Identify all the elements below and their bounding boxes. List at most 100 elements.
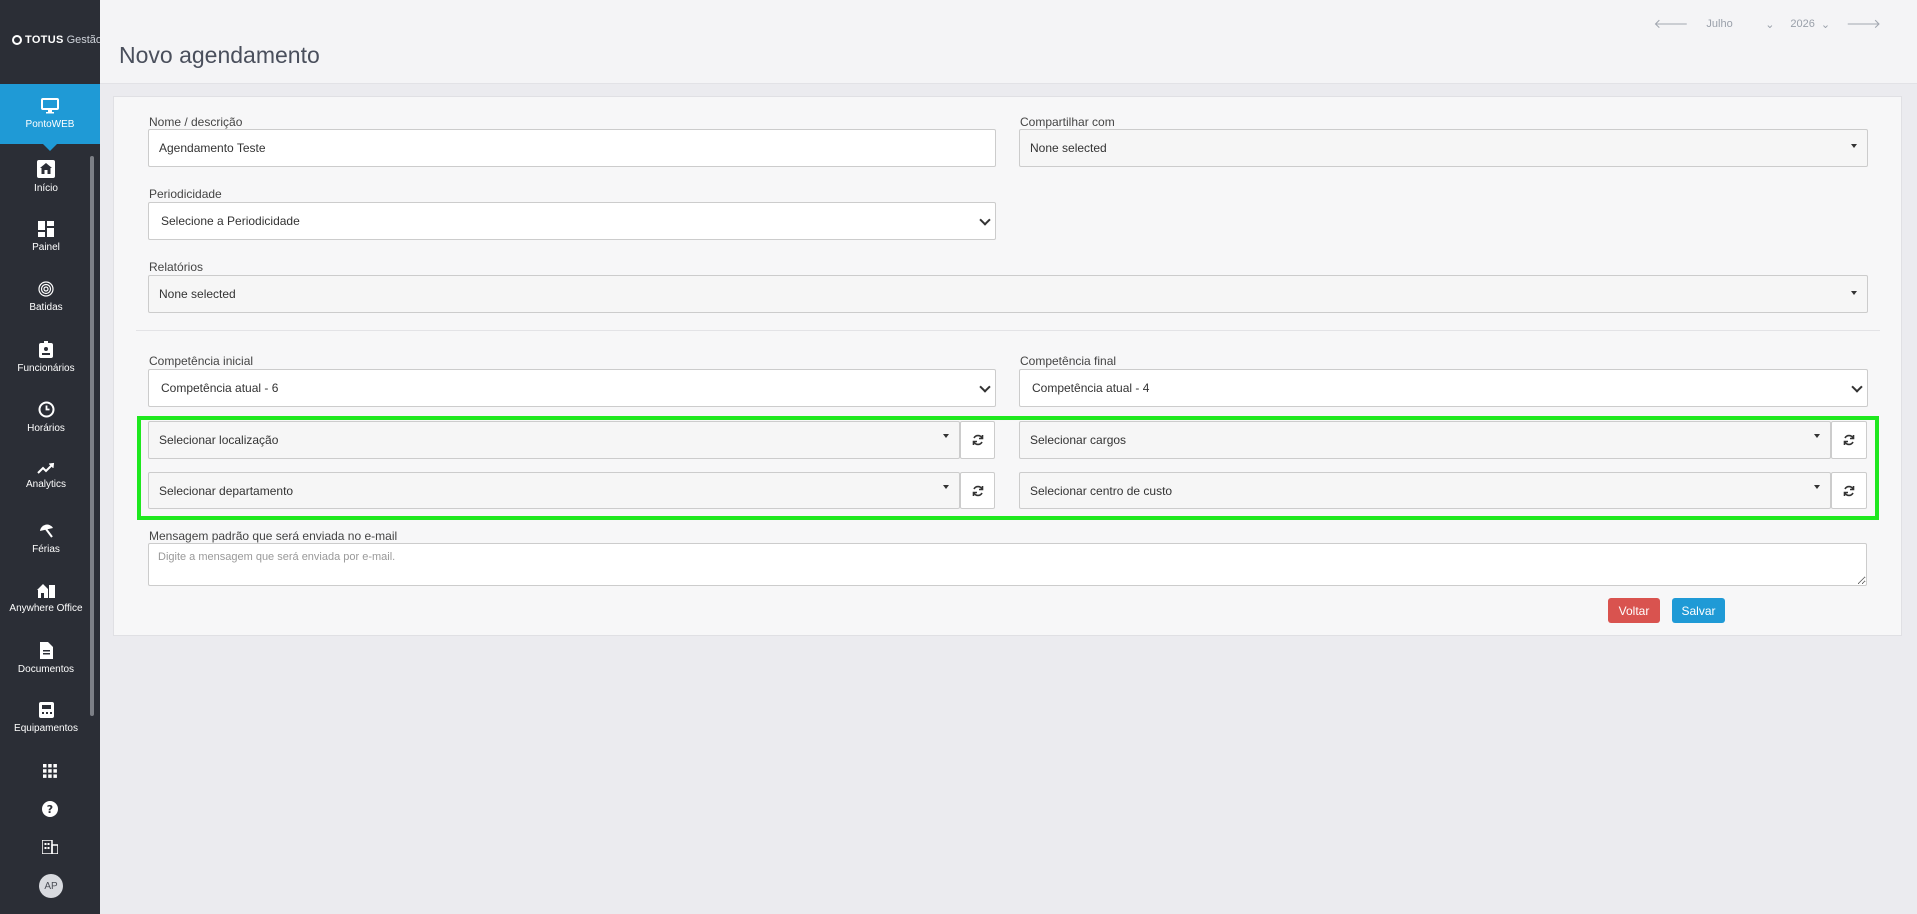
refresh-icon xyxy=(972,434,983,446)
sidebar-item-anywhere-office[interactable]: Anywhere Office xyxy=(0,582,92,614)
totvs-logo-icon xyxy=(12,35,22,45)
caret-down-icon xyxy=(1851,144,1857,148)
sidebar-item-label: Anywhere Office xyxy=(9,603,83,614)
refresh-icon xyxy=(972,485,983,496)
periodicidade-label: Periodicidade xyxy=(149,187,222,201)
departamento-select[interactable]: Selecionar departamento xyxy=(148,472,960,509)
sidebar-item-painel[interactable]: Painel xyxy=(0,221,92,253)
sidebar-item-label: PontoWEB xyxy=(25,119,75,130)
chevron-down-icon xyxy=(1851,381,1863,393)
sidebar-item-label: Documentos xyxy=(17,664,75,675)
sidebar-item-label: Analytics xyxy=(25,479,66,490)
localizacao-select[interactable]: Selecionar localização xyxy=(148,421,960,459)
svg-text:?: ? xyxy=(47,803,53,816)
cargos-select[interactable]: Selecionar cargos xyxy=(1019,421,1831,459)
competencia-final-select[interactable]: Competência atual - 4 xyxy=(1019,369,1868,407)
sidebar-item-horarios[interactable]: Horários xyxy=(0,401,92,434)
sidebar-item-label: Painel xyxy=(32,242,60,253)
avatar[interactable]: AP xyxy=(39,874,63,898)
apps-grid-icon[interactable] xyxy=(40,761,60,781)
house-building-icon xyxy=(37,584,55,598)
month-select[interactable]: Julho ⌄ xyxy=(1706,18,1774,31)
trend-icon xyxy=(37,462,55,474)
salvar-button[interactable]: Salvar xyxy=(1672,598,1725,623)
month-value: Julho xyxy=(1706,18,1733,30)
caret-down-icon xyxy=(943,434,949,438)
nome-input[interactable]: Agendamento Teste xyxy=(148,129,996,167)
voltar-button[interactable]: Voltar xyxy=(1608,598,1660,623)
sidebar-item-label: Férias xyxy=(32,544,60,555)
help-icon[interactable]: ? xyxy=(40,799,60,819)
sidebar-scrollbar[interactable] xyxy=(90,156,94,716)
chevron-down-icon xyxy=(979,381,991,393)
badge-icon xyxy=(39,341,53,358)
sidebar-item-batidas[interactable]: Batidas xyxy=(0,281,92,313)
cargos-refresh-button[interactable] xyxy=(1831,421,1867,459)
chevron-down-icon: ⌄ xyxy=(1765,18,1775,31)
cargos-placeholder: Selecionar cargos xyxy=(1030,433,1127,447)
home-icon xyxy=(37,160,55,178)
sidebar-item-funcionarios[interactable]: Funcionários xyxy=(0,341,92,374)
sidebar-item-label: Início xyxy=(34,183,58,194)
competencia-inicial-label: Competência inicial xyxy=(149,354,254,368)
dashboard-icon xyxy=(38,221,54,237)
compartilhar-value: None selected xyxy=(1030,141,1107,155)
periodicidade-select[interactable]: Selecione a Periodicidade xyxy=(148,202,996,240)
compartilhar-label: Compartilhar com xyxy=(1020,115,1115,129)
year-value: 2026 xyxy=(1790,18,1815,30)
umbrella-icon xyxy=(39,524,53,538)
sidebar-item-documentos[interactable]: Documentos xyxy=(0,642,92,675)
sidebar-item-label: Horários xyxy=(27,423,65,434)
caret-down-icon xyxy=(1814,485,1820,489)
chevron-down-icon: ⌄ xyxy=(1820,18,1831,31)
device-icon xyxy=(38,702,54,718)
page-header: Novo agendamento 🡐 Julho ⌄ 2026 ⌄ 🡒 xyxy=(100,0,1917,84)
sidebar-item-pontoweb[interactable]: PontoWEB xyxy=(0,84,100,151)
departamento-refresh-button[interactable] xyxy=(960,472,995,509)
clock-icon xyxy=(38,401,54,418)
chevron-down-icon xyxy=(979,214,991,226)
fingerprint-icon xyxy=(38,281,54,297)
mensagem-label: Mensagem padrão que será enviada no e-ma… xyxy=(149,529,398,543)
competencia-final-value: Competência atual - 4 xyxy=(1032,381,1150,395)
section-divider xyxy=(136,330,1880,331)
compartilhar-select[interactable]: None selected xyxy=(1019,129,1868,167)
date-navigator: 🡐 Julho ⌄ 2026 ⌄ 🡒 xyxy=(1654,16,1881,32)
caret-down-icon xyxy=(1851,291,1857,295)
building-icon[interactable] xyxy=(40,837,60,857)
next-arrow-icon[interactable]: 🡒 xyxy=(1846,16,1881,32)
sidebar-item-inicio[interactable]: Início xyxy=(0,160,92,194)
brand-logo[interactable]: TOTUS Gestão xyxy=(12,34,102,46)
sidebar-item-ferias[interactable]: Férias xyxy=(0,522,92,555)
centro-custo-placeholder: Selecionar centro de custo xyxy=(1030,483,1173,498)
competencia-final-label: Competência final xyxy=(1020,354,1117,368)
localizacao-placeholder: Selecionar localização xyxy=(159,433,279,447)
sidebar-item-equipamentos[interactable]: Equipamentos xyxy=(0,702,92,734)
page-title: Novo agendamento xyxy=(119,42,320,68)
departamento-placeholder: Selecionar departamento xyxy=(159,483,294,498)
relatorios-label: Relatórios xyxy=(149,260,204,274)
nome-value: Agendamento Teste xyxy=(159,141,266,155)
mensagem-textarea[interactable] xyxy=(148,543,1867,586)
document-icon xyxy=(39,642,53,659)
localizacao-refresh-button[interactable] xyxy=(960,421,995,459)
competencia-inicial-select[interactable]: Competência atual - 6 xyxy=(148,369,996,407)
nome-label: Nome / descrição xyxy=(149,115,243,129)
periodicidade-value: Selecione a Periodicidade xyxy=(161,214,300,228)
previous-arrow-icon[interactable]: 🡐 xyxy=(1654,16,1689,32)
sidebar-item-analytics[interactable]: Analytics xyxy=(0,462,92,490)
relatorios-value: None selected xyxy=(159,287,236,301)
refresh-icon xyxy=(1843,485,1855,496)
sidebar-item-label: Batidas xyxy=(29,302,63,313)
monitor-icon xyxy=(41,98,59,114)
centro-custo-select[interactable]: Selecionar centro de custo xyxy=(1019,472,1831,509)
sidebar-item-label: Funcionários xyxy=(17,363,75,374)
competencia-inicial-value: Competência atual - 6 xyxy=(161,381,279,395)
year-select[interactable]: 2026 ⌄ xyxy=(1790,18,1830,31)
caret-down-icon xyxy=(1814,434,1820,438)
caret-down-icon xyxy=(943,485,949,489)
centro-custo-refresh-button[interactable] xyxy=(1831,472,1867,509)
relatorios-select[interactable]: None selected xyxy=(148,275,1868,313)
refresh-icon xyxy=(1843,434,1855,446)
sidebar-item-label: Equipamentos xyxy=(14,723,78,734)
